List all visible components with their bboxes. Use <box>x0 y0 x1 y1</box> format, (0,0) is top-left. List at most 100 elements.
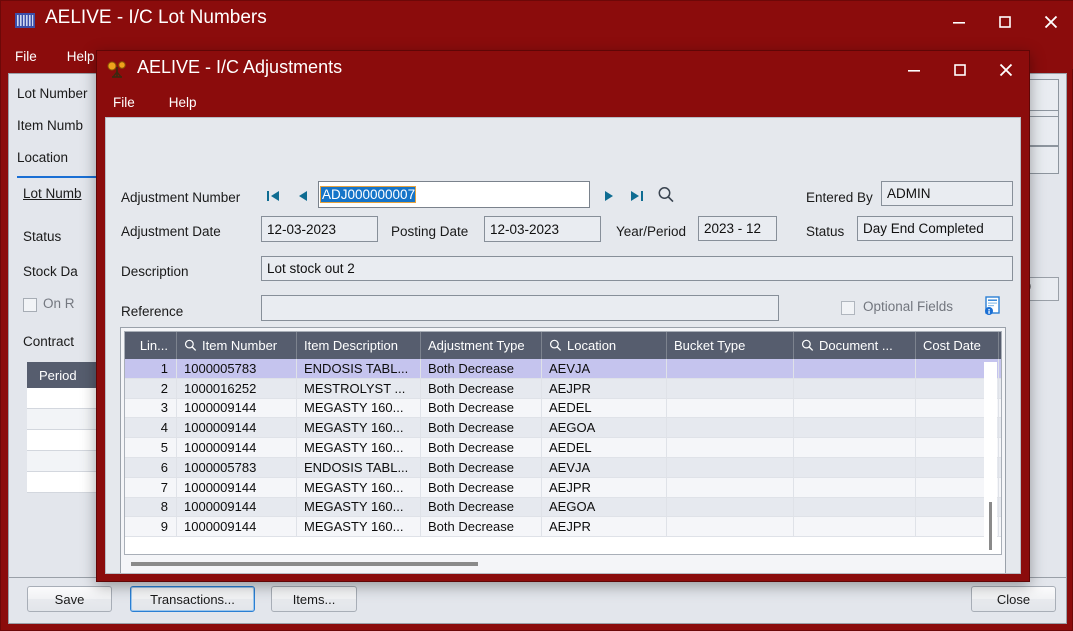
close-button[interactable] <box>1028 1 1073 43</box>
grid-vertical-scrollbar[interactable] <box>984 362 997 554</box>
grid-row[interactable]: 3 1000009144 MEGASTY 160... Both Decrease AE… <box>125 398 1001 419</box>
grid-column-header[interactable]: Location <box>542 332 667 359</box>
grid-horizontal-scroll-thumb[interactable] <box>131 562 478 566</box>
entered-by-field[interactable]: ADMIN <box>881 181 1013 206</box>
grid-cell-item-description[interactable]: ENDOSIS TABL... <box>297 457 421 477</box>
grid-cell-bucket-type[interactable] <box>667 359 794 378</box>
grid-cell-location[interactable]: AEGOA <box>542 497 667 517</box>
grid-cell-item-description[interactable]: MEGASTY 160... <box>297 517 421 537</box>
grid-cell-bucket-type[interactable] <box>667 477 794 497</box>
grid-cell-line[interactable]: 6 <box>125 457 177 477</box>
grid-cell-line[interactable]: 1 <box>125 359 177 378</box>
adjustments-close-button[interactable] <box>983 51 1029 89</box>
adjustments-menu-file[interactable]: File <box>113 95 135 110</box>
maximize-button[interactable] <box>982 1 1028 43</box>
first-record-button[interactable] <box>263 186 285 206</box>
grid-row[interactable]: 4 1000009144 MEGASTY 160... Both Decrease AE… <box>125 418 1001 439</box>
grid-cell-location[interactable]: AEVJA <box>542 359 667 378</box>
adjustment-date-field[interactable]: 12-03-2023 <box>261 216 378 242</box>
grid-cell-adjustment-type[interactable]: Both Decrease <box>421 438 542 457</box>
grid-cell-document[interactable] <box>794 517 916 537</box>
grid-cell-line[interactable]: 3 <box>125 398 177 418</box>
grid-cell-adjustment-type[interactable]: Both Decrease <box>421 497 542 517</box>
grid-column-header[interactable]: Document ... <box>794 332 916 359</box>
items-button[interactable]: Items... <box>271 586 357 612</box>
grid-cell-location[interactable]: AEGOA <box>542 418 667 438</box>
grid-cell-line[interactable]: 8 <box>125 497 177 517</box>
grid-cell-document[interactable] <box>794 497 916 517</box>
grid-cell-item-number[interactable]: 1000009144 <box>177 418 297 438</box>
on-r-checkbox[interactable] <box>23 298 37 312</box>
grid-column-header[interactable]: Item Description <box>297 332 421 359</box>
close-button-footer[interactable]: Close <box>971 586 1056 612</box>
grid-cell-location[interactable]: AEJPR <box>542 378 667 398</box>
grid-cell-adjustment-type[interactable]: Both Decrease <box>421 418 542 438</box>
column-finder-icon[interactable] <box>801 339 814 352</box>
grid-cell-document[interactable] <box>794 359 916 378</box>
grid-column-header[interactable]: Lin... <box>125 332 177 359</box>
grid-cell-document[interactable] <box>794 477 916 497</box>
grid-cell-line[interactable]: 4 <box>125 418 177 438</box>
grid-column-header[interactable]: Adjustment Type <box>421 332 542 359</box>
grid-row[interactable]: 1 1000005783 ENDOSIS TABL... Both Decrease A… <box>125 359 1001 379</box>
grid-cell-document[interactable] <box>794 418 916 438</box>
adjustments-minimize-button[interactable] <box>891 51 937 89</box>
grid-cell-location[interactable]: AEJPR <box>542 517 667 537</box>
grid-cell-line[interactable]: 7 <box>125 477 177 497</box>
next-record-button[interactable] <box>598 186 620 206</box>
grid-cell-document[interactable] <box>794 398 916 418</box>
posting-date-field[interactable]: 12-03-2023 <box>484 216 601 242</box>
column-finder-icon[interactable] <box>549 339 562 352</box>
minimize-button[interactable] <box>936 1 982 43</box>
grid-column-header[interactable]: Bucket Type <box>667 332 794 359</box>
info-document-icon[interactable] <box>984 296 1002 315</box>
grid-cell-item-description[interactable]: MEGASTY 160... <box>297 398 421 418</box>
grid-cell-item-description[interactable]: ENDOSIS TABL... <box>297 359 421 378</box>
grid-cell-document[interactable] <box>794 438 916 457</box>
grid-cell-adjustment-type[interactable]: Both Decrease <box>421 359 542 378</box>
grid-cell-item-number[interactable]: 1000009144 <box>177 398 297 418</box>
grid-cell-adjustment-type[interactable]: Both Decrease <box>421 457 542 477</box>
grid-cell-location[interactable]: AEVJA <box>542 457 667 477</box>
grid-row[interactable]: 8 1000009144 MEGASTY 160... Both Decrease AE… <box>125 497 1001 518</box>
grid-cell-item-number[interactable]: 1000009144 <box>177 477 297 497</box>
grid-cell-adjustment-type[interactable]: Both Decrease <box>421 378 542 398</box>
last-record-button[interactable] <box>626 186 648 206</box>
grid-row[interactable]: 6 1000005783 ENDOSIS TABL... Both Decrease A… <box>125 457 1001 478</box>
grid-row[interactable]: 2 1000016252 MESTROLYST ... Both Decrease AE… <box>125 378 1001 399</box>
grid-cell-bucket-type[interactable] <box>667 398 794 418</box>
grid-cell-bucket-type[interactable] <box>667 378 794 398</box>
grid-cell-bucket-type[interactable] <box>667 418 794 438</box>
grid-cell-adjustment-type[interactable]: Both Decrease <box>421 477 542 497</box>
grid-cell-location[interactable]: AEJPR <box>542 477 667 497</box>
grid-cell-item-description[interactable]: MEGASTY 160... <box>297 497 421 517</box>
grid-cell-item-description[interactable]: MEGASTY 160... <box>297 438 421 457</box>
tab-lot-number[interactable]: Lot Numb <box>23 186 82 201</box>
grid-cell-line[interactable]: 9 <box>125 517 177 537</box>
adjustments-maximize-button[interactable] <box>937 51 983 89</box>
grid-column-header[interactable]: Cost Date <box>916 332 999 359</box>
grid-vertical-scroll-thumb[interactable] <box>989 502 992 550</box>
adjustment-number-input[interactable]: ADJ000000007 <box>318 181 590 208</box>
save-button[interactable]: Save <box>27 586 112 612</box>
grid-cell-item-description[interactable]: MEGASTY 160... <box>297 418 421 438</box>
column-finder-icon[interactable] <box>184 339 197 352</box>
grid-cell-location[interactable]: AEDEL <box>542 438 667 457</box>
grid-cell-line[interactable]: 2 <box>125 378 177 398</box>
adjustments-menu-help[interactable]: Help <box>169 95 197 110</box>
grid-cell-line[interactable]: 5 <box>125 438 177 457</box>
grid-cell-adjustment-type[interactable]: Both Decrease <box>421 398 542 418</box>
optional-fields-checkbox[interactable] <box>841 301 855 315</box>
grid-column-header[interactable]: Item Number <box>177 332 297 359</box>
grid-cell-adjustment-type[interactable]: Both Decrease <box>421 517 542 537</box>
grid-cell-item-number[interactable]: 1000009144 <box>177 517 297 537</box>
grid-cell-bucket-type[interactable] <box>667 497 794 517</box>
transactions-button[interactable]: Transactions... <box>130 586 255 612</box>
grid-cell-document[interactable] <box>794 378 916 398</box>
grid-cell-item-number[interactable]: 1000009144 <box>177 438 297 457</box>
grid-cell-bucket-type[interactable] <box>667 457 794 477</box>
reference-field[interactable] <box>261 295 779 321</box>
grid-cell-item-number[interactable]: 1000005783 <box>177 359 297 378</box>
description-field[interactable]: Lot stock out 2 <box>261 256 1013 281</box>
grid-cell-bucket-type[interactable] <box>667 517 794 537</box>
